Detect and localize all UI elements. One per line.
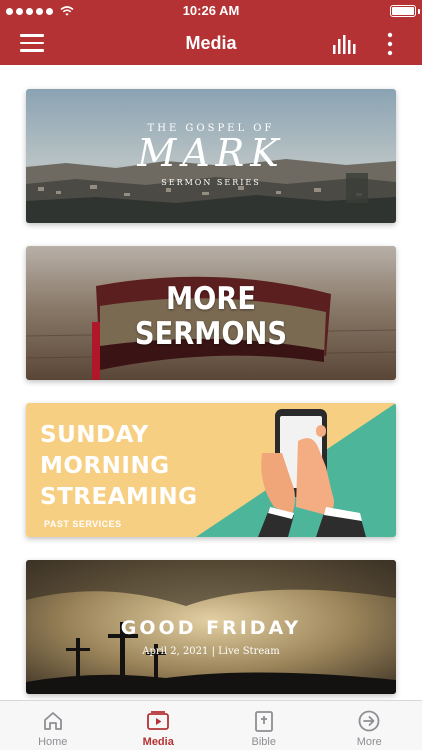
tab-bar: Home Media Bible More [0, 700, 422, 750]
status-bar: 10:26 AM [0, 0, 422, 22]
media-card-good-friday[interactable]: GOOD FRIDAY April 2, 2021 | Live Stream [26, 560, 396, 694]
status-time: 10:26 AM [182, 3, 240, 18]
more-arrow-icon [358, 710, 380, 732]
battery-icon [390, 5, 416, 17]
card-title-line2: SERMONS [134, 316, 288, 352]
media-card-more-sermons[interactable]: MORE SERMONS [26, 246, 396, 380]
tab-label: Bible [251, 736, 276, 748]
card-title-line1: MORE [166, 281, 256, 317]
tab-bible[interactable]: Bible [211, 701, 317, 750]
tab-label: More [356, 736, 382, 748]
series-subtitle: SERMON SERIES [161, 178, 261, 187]
home-icon [43, 712, 62, 730]
card-title-line2: MORNING [40, 453, 170, 479]
event-title: GOOD FRIDAY [120, 617, 302, 639]
media-list: THE GOSPEL OF MARK SERMON SERIES MORE SE… [0, 65, 422, 700]
more-vertical-icon[interactable] [380, 31, 400, 57]
tab-label: Home [38, 736, 68, 748]
nav-bar: Media [0, 22, 422, 65]
tab-label: Media [142, 736, 174, 748]
series-title: MARK [137, 131, 285, 175]
bible-icon [254, 711, 273, 732]
page-title: Media [185, 33, 237, 53]
media-icon [147, 711, 170, 730]
card-caption: PAST SERVICES [44, 519, 122, 529]
media-card-mark-series[interactable]: THE GOSPEL OF MARK SERMON SERIES [26, 89, 396, 223]
event-subtitle: April 2, 2021 | Live Stream [142, 646, 280, 657]
tab-more[interactable]: More [317, 701, 422, 750]
tab-home[interactable]: Home [0, 701, 106, 750]
audio-bars-icon[interactable] [332, 33, 358, 55]
card-title-line3: STREAMING [40, 484, 198, 510]
card-title-line1: SUNDAY [40, 422, 149, 448]
tab-media[interactable]: Media [106, 701, 212, 750]
media-card-sunday-streaming[interactable]: SUNDAY MORNING STREAMING PAST SERVICES [26, 403, 396, 537]
